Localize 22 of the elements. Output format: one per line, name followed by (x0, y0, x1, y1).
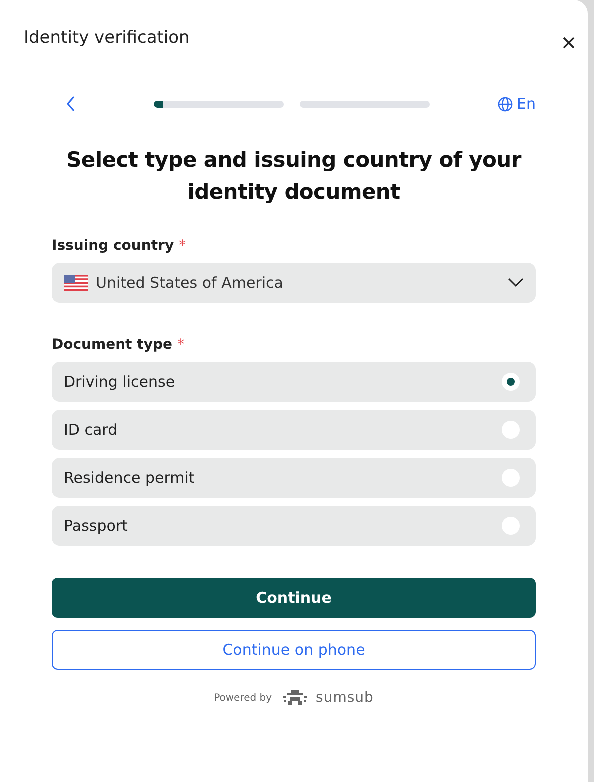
field-label: Document type (52, 337, 172, 353)
window-title: Identity verification (24, 28, 190, 50)
chevron-down-icon (508, 278, 524, 288)
required-mark: * (177, 337, 184, 353)
document-option[interactable]: Residence permit (52, 458, 536, 498)
brand-name: sumsub (316, 690, 374, 706)
language-button[interactable]: En (498, 95, 536, 113)
required-mark: * (179, 238, 186, 254)
powered-by-text: Powered by (214, 692, 272, 704)
document-option[interactable]: ID card (52, 410, 536, 450)
flag-icon (64, 275, 88, 291)
radio-button[interactable] (502, 373, 520, 391)
continue-button[interactable]: Continue (52, 578, 536, 618)
document-option[interactable]: Driving license (52, 362, 536, 402)
logo-icon (282, 690, 308, 706)
close-icon[interactable] (562, 36, 576, 50)
country-select[interactable]: United States of America (52, 263, 536, 303)
field-label: Issuing country (52, 238, 174, 254)
phone-button[interactable]: Continue on phone (52, 630, 536, 670)
page-heading: Select type and issuing country of your identity document (66, 147, 523, 206)
document-option[interactable]: Passport (52, 506, 536, 546)
globe-icon (498, 96, 514, 112)
